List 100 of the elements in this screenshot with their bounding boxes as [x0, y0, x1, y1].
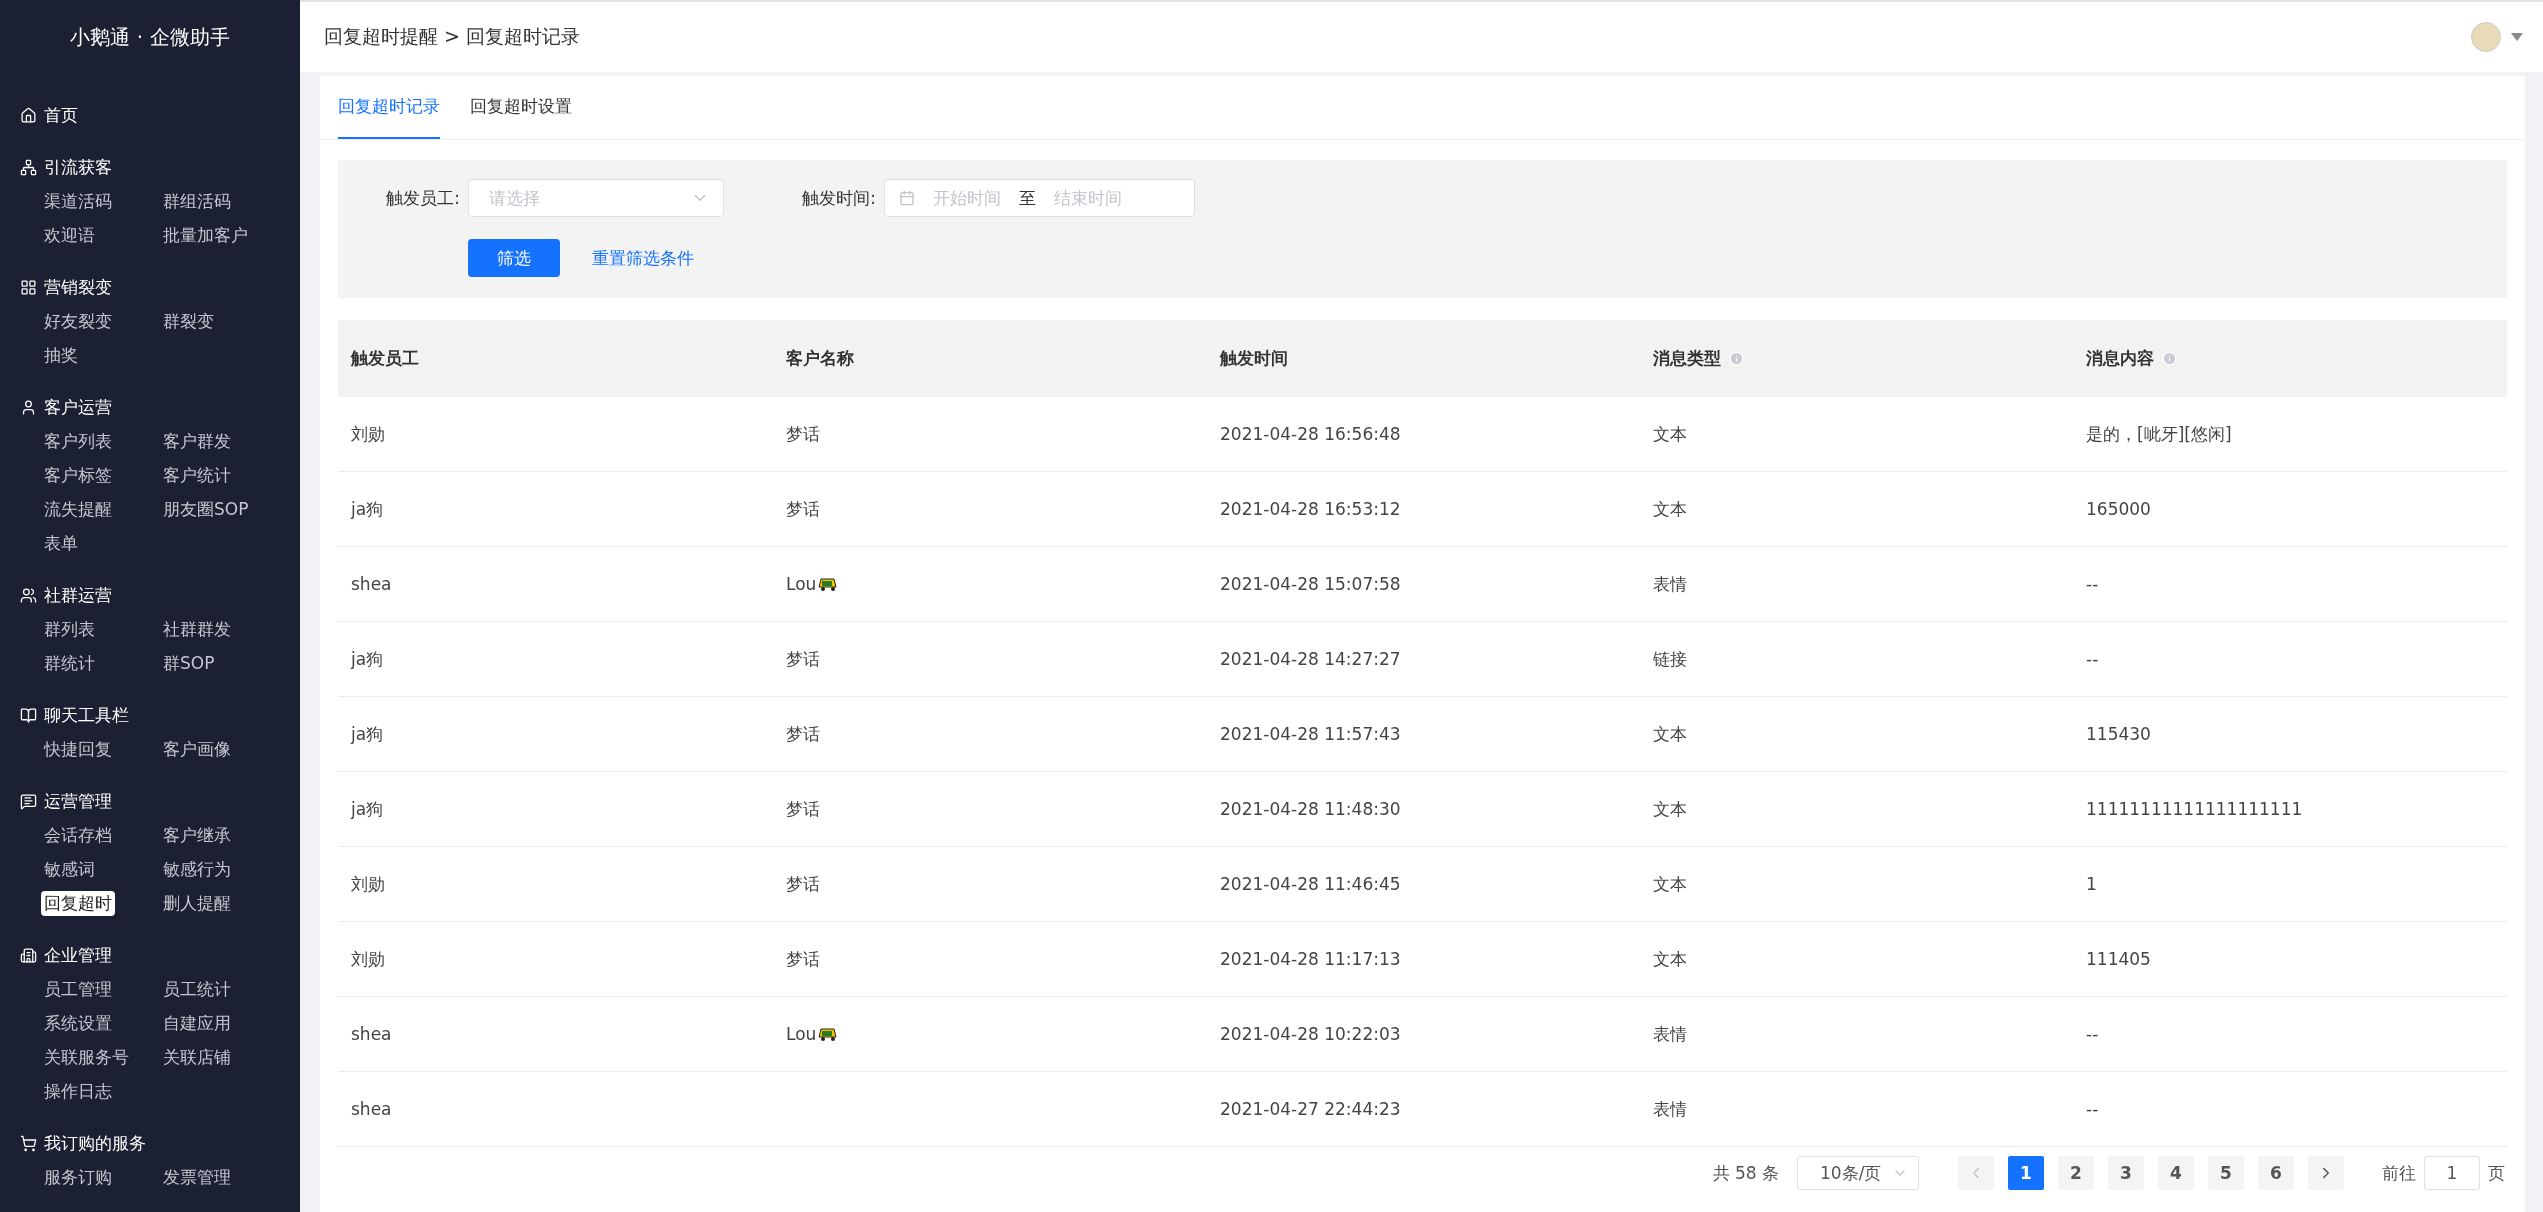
date-range-field[interactable]: 开始时间 至 结束时间 — [884, 179, 1195, 217]
table-cell: 111405 — [2086, 949, 2151, 969]
sidebar-group[interactable]: 引流获客 — [20, 150, 300, 184]
table-cell: 2021-04-28 11:57:43 — [1220, 724, 1401, 744]
page-button[interactable]: 2 — [2058, 1156, 2094, 1190]
table-cell: 表情 — [1653, 572, 1687, 596]
page-button[interactable]: 6 — [2258, 1156, 2294, 1190]
table-cell: 刘勋 — [351, 872, 385, 896]
sidebar-item[interactable]: 群组活码 — [160, 188, 234, 214]
sidebar-item[interactable]: 流失提醒 — [41, 496, 115, 522]
table-cell: shea — [351, 1024, 392, 1044]
sidebar-item[interactable]: 敏感词 — [41, 856, 98, 882]
sidebar-item[interactable]: 欢迎语 — [41, 222, 98, 248]
table-cell: 文本 — [1653, 722, 1687, 746]
sidebar-item[interactable]: 系统设置 — [41, 1010, 115, 1036]
sidebar-item[interactable]: 朋友圈SOP — [160, 496, 252, 522]
table-cell: 表情 — [1653, 1097, 1687, 1121]
sidebar-item[interactable]: 会话存档 — [41, 822, 115, 848]
column-header: 触发员工 — [351, 347, 419, 370]
column-header: 触发时间 — [1220, 347, 1288, 370]
table-cell: 2021-04-28 16:56:48 — [1220, 424, 1401, 444]
sidebar-item[interactable]: 客户继承 — [160, 822, 234, 848]
table-cell: 文本 — [1653, 872, 1687, 896]
page-button[interactable]: 4 — [2158, 1156, 2194, 1190]
breadcrumb: 回复超时提醒 > 回复超时记录 — [324, 24, 580, 49]
caret-icon[interactable] — [2511, 33, 2523, 41]
sidebar-item[interactable]: 好友裂变 — [41, 308, 115, 334]
sidebar-item[interactable]: 表单 — [41, 530, 81, 556]
page-suffix: 页 — [2488, 1161, 2505, 1185]
next-page-button[interactable] — [2308, 1156, 2344, 1190]
sidebar-item[interactable]: 群列表 — [41, 616, 98, 642]
sidebar-group[interactable]: 社群运营 — [20, 578, 300, 612]
page-button[interactable]: 1 — [2008, 1156, 2044, 1190]
sidebar-item[interactable]: 客户画像 — [160, 736, 234, 762]
rickshaw-icon — [818, 576, 839, 592]
table-cell: shea — [351, 1099, 392, 1119]
sidebar-item[interactable]: 员工管理 — [41, 976, 115, 1002]
sidebar-item[interactable]: 客户群发 — [160, 428, 234, 454]
sidebar-group[interactable]: 我订购的服务 — [20, 1126, 300, 1160]
sidebar-item[interactable]: 敏感行为 — [160, 856, 234, 882]
sidebar-item[interactable]: 抽奖 — [41, 342, 81, 368]
total-count: 共 58 条 — [1712, 1161, 1779, 1185]
page-button[interactable]: 5 — [2208, 1156, 2244, 1190]
info-icon — [2162, 351, 2177, 366]
table-cell: ja狗 — [351, 722, 384, 746]
tab[interactable]: 回复超时记录 — [338, 76, 440, 139]
sidebar-item[interactable]: 渠道活码 — [41, 188, 115, 214]
table-cell: 2021-04-28 11:17:13 — [1220, 949, 1401, 969]
sidebar-item[interactable]: 自建应用 — [160, 1010, 234, 1036]
table-cell: 2021-04-27 22:44:23 — [1220, 1099, 1401, 1119]
table-cell: -- — [2086, 1099, 2099, 1119]
table-cell: 梦话 — [786, 722, 820, 746]
sidebar-item[interactable]: 关联服务号 — [41, 1044, 132, 1070]
sidebar-group[interactable]: 营销裂变 — [20, 270, 300, 304]
sidebar-group[interactable]: 首页 — [20, 98, 300, 132]
table-cell: Lou — [786, 1024, 817, 1044]
sidebar-item[interactable]: 客户统计 — [160, 462, 234, 488]
sidebar-item[interactable]: 发票管理 — [160, 1164, 234, 1190]
table-cell: 梦话 — [786, 647, 820, 671]
sidebar-item[interactable]: 操作日志 — [41, 1078, 115, 1104]
sidebar-item[interactable]: 社群群发 — [160, 616, 234, 642]
person-icon — [20, 398, 37, 416]
info-icon — [1729, 351, 1744, 366]
sidebar-item[interactable]: 删人提醒 — [160, 890, 234, 916]
table-cell: 梦话 — [786, 872, 820, 896]
sidebar-item[interactable]: 群SOP — [160, 650, 218, 676]
sidebar-group[interactable]: 企业管理 — [20, 938, 300, 972]
sidebar-item[interactable]: 服务订购 — [41, 1164, 115, 1190]
sidebar-item[interactable]: 快捷回复 — [41, 736, 115, 762]
sidebar-group[interactable]: 客户运营 — [20, 390, 300, 424]
reset-link[interactable]: 重置筛选条件 — [592, 246, 694, 270]
column-header: 消息类型 — [1653, 347, 1721, 370]
table-cell: ja狗 — [351, 497, 384, 521]
sidebar-item[interactable]: 客户标签 — [41, 462, 115, 488]
sidebar-item[interactable]: 群裂变 — [160, 308, 217, 334]
table-cell: shea — [351, 574, 392, 594]
table-cell: 文本 — [1653, 947, 1687, 971]
sidebar-item[interactable]: 群统计 — [41, 650, 98, 676]
table-cell: ja狗 — [351, 647, 384, 671]
sidebar-group[interactable]: 运营管理 — [20, 784, 300, 818]
sidebar-item[interactable]: 关联店铺 — [160, 1044, 234, 1070]
table-cell: 2021-04-28 10:22:03 — [1220, 1024, 1401, 1044]
table-cell: 刘勋 — [351, 422, 385, 446]
sidebar-item[interactable]: 批量加客户 — [160, 222, 251, 248]
filter-button[interactable]: 筛选 — [468, 239, 560, 277]
page-button[interactable]: 3 — [2108, 1156, 2144, 1190]
sidebar-item[interactable]: 客户列表 — [41, 428, 115, 454]
sidebar-item[interactable]: 回复超时 — [41, 890, 115, 916]
sidebar-item[interactable]: 员工统计 — [160, 976, 234, 1002]
column-header: 客户名称 — [786, 347, 854, 370]
sidebar-group[interactable]: 聊天工具栏 — [20, 698, 300, 732]
building-icon — [20, 946, 37, 964]
page-input[interactable]: 1 — [2424, 1156, 2480, 1190]
avatar[interactable] — [2471, 22, 2501, 52]
table-cell: 是的，[呲牙][悠闲] — [2086, 422, 2232, 446]
field-label: 触发时间: — [801, 186, 877, 210]
goto-label: 前往 — [2382, 1161, 2416, 1185]
table-cell: 2021-04-28 16:53:12 — [1220, 499, 1401, 519]
page-size-select[interactable]: 10条/页 — [1797, 1156, 1919, 1190]
tab[interactable]: 回复超时设置 — [470, 76, 572, 139]
